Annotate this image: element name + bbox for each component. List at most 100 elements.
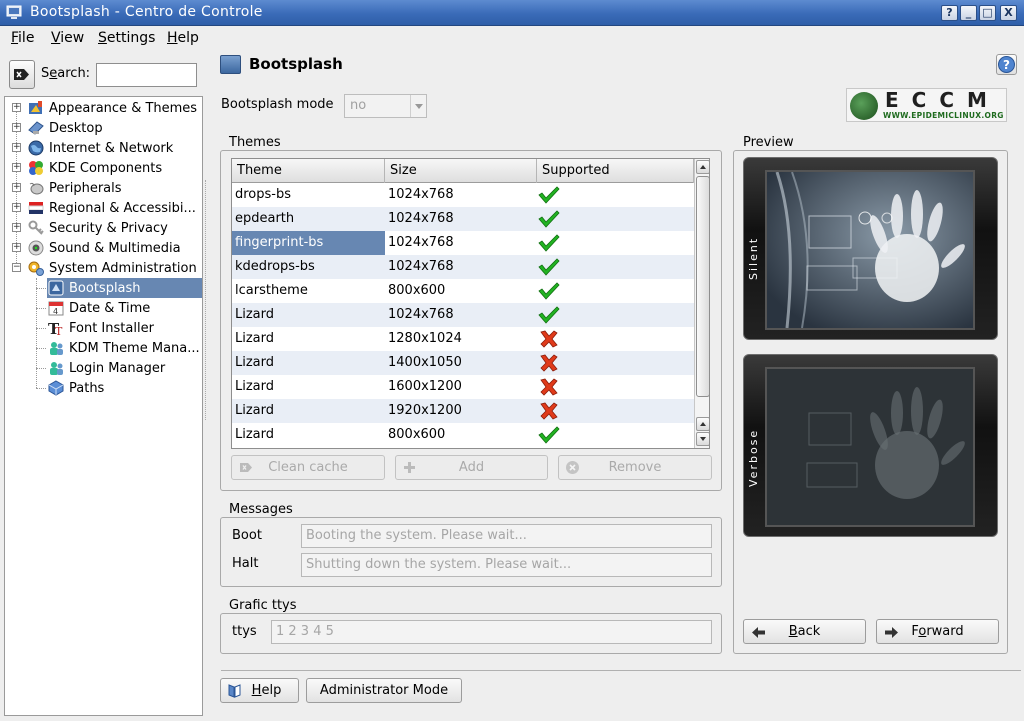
expand-icon[interactable]: +	[12, 103, 21, 112]
help-window-button[interactable]: ?	[941, 5, 958, 21]
kdm-theme-icon	[50, 342, 63, 355]
expand-icon[interactable]: +	[12, 163, 21, 172]
check-icon	[538, 234, 560, 252]
expand-icon[interactable]: +	[12, 203, 21, 212]
tree-item-font-installer[interactable]: TT Font Installer	[5, 318, 202, 338]
theme-size-cell: 1400x1050	[388, 355, 462, 370]
verbose-preview: Verbose	[743, 354, 998, 537]
module-tree[interactable]: + Appearance & Themes + Desktop + Intern…	[4, 96, 203, 716]
gears-icon	[28, 261, 44, 276]
tree-item-paths[interactable]: Paths	[5, 378, 202, 398]
table-row[interactable]: Lizard 1400x1050	[232, 351, 694, 375]
table-row[interactable]: Lizard 1280x1024	[232, 327, 694, 351]
scroll-up-button-lower[interactable]	[696, 417, 709, 431]
help-button[interactable]: Help	[220, 678, 299, 703]
theme-size-cell: 800x600	[388, 427, 446, 442]
minimize-button[interactable]: _	[960, 5, 977, 21]
cross-icon	[540, 402, 558, 420]
close-button[interactable]: X	[1000, 5, 1017, 21]
table-row[interactable]: epdearth 1024x768	[232, 207, 694, 231]
bootsplash-mode-value: no	[350, 98, 367, 113]
administrator-mode-button[interactable]: Administrator Mode	[306, 678, 462, 703]
preview-group-title: Preview	[741, 135, 796, 150]
halt-message-field[interactable]: Shutting down the system. Please wait...	[301, 553, 712, 577]
boot-message-field[interactable]: Booting the system. Please wait...	[301, 524, 712, 548]
tree-item-date-time[interactable]: 4 Date & Time	[5, 298, 202, 318]
expand-icon[interactable]: +	[12, 123, 21, 132]
theme-size-cell: 1024x768	[388, 307, 454, 322]
scroll-down-button[interactable]	[696, 432, 709, 446]
themes-table[interactable]: Theme Size Supported drops-bs 1024x768 epd…	[231, 158, 710, 449]
table-row[interactable]: drops-bs 1024x768	[232, 183, 694, 207]
column-header-supported[interactable]: Supported	[537, 159, 694, 183]
bootsplash-mode-select[interactable]: no	[344, 94, 427, 118]
ttys-field[interactable]: 1 2 3 4 5	[271, 620, 712, 644]
menu-bar: File View Settings Help	[0, 26, 1024, 50]
theme-size-cell: 800x600	[388, 283, 446, 298]
panel-splitter[interactable]	[205, 180, 209, 420]
table-row[interactable]: Lizard 1024x768	[232, 303, 694, 327]
tree-item-system-administration[interactable]: − System Administration	[5, 258, 202, 278]
theme-size-cell: 1280x1024	[388, 331, 462, 346]
menu-view[interactable]: View	[51, 30, 84, 46]
theme-name-cell: drops-bs	[235, 187, 292, 202]
clear-icon	[240, 463, 252, 472]
maximize-button[interactable]: □	[979, 5, 996, 21]
messages-group-title: Messages	[227, 502, 295, 517]
halt-label: Halt	[232, 556, 259, 571]
tree-item-peripherals[interactable]: + Peripherals	[5, 178, 202, 198]
help-book-icon	[228, 684, 241, 698]
table-row[interactable]: Lizard 800x600	[232, 423, 694, 447]
scroll-thumb[interactable]	[696, 176, 709, 397]
column-header-size[interactable]: Size	[385, 159, 537, 183]
footer-separator	[221, 670, 1021, 671]
check-icon	[538, 282, 560, 300]
speaker-icon	[28, 240, 44, 256]
tree-item-internet-network[interactable]: + Internet & Network	[5, 138, 202, 158]
tree-item-security-privacy[interactable]: + Security & Privacy	[5, 218, 202, 238]
theme-name-cell: Lizard	[235, 331, 275, 346]
theme-name-cell: epdearth	[235, 211, 295, 226]
whats-this-button[interactable]: ?	[996, 54, 1017, 75]
cross-icon	[540, 378, 558, 396]
add-theme-button[interactable]: Add	[395, 455, 548, 480]
table-row[interactable]: lcarstheme 800x600	[232, 279, 694, 303]
tree-item-sound-multimedia[interactable]: + Sound & Multimedia	[5, 238, 202, 258]
tree-item-regional-accessibility[interactable]: + Regional & Accessibi...	[5, 198, 202, 218]
back-button[interactable]: Back	[743, 619, 866, 644]
components-icon	[29, 161, 43, 175]
forward-button[interactable]: Forward	[876, 619, 999, 644]
tree-item-desktop[interactable]: + Desktop	[5, 118, 202, 138]
column-header-theme[interactable]: Theme	[232, 159, 385, 183]
globe-icon	[28, 140, 44, 156]
table-row[interactable]: fingerprint-bs 1024x768	[232, 231, 694, 255]
clean-cache-button[interactable]: Clean cache	[231, 455, 385, 480]
expand-icon[interactable]: +	[12, 223, 21, 232]
check-icon	[538, 426, 560, 444]
clear-search-button[interactable]	[9, 60, 35, 89]
scroll-up-button[interactable]	[696, 160, 709, 174]
tree-item-appearance-themes[interactable]: + Appearance & Themes	[5, 98, 202, 118]
arrow-left-icon	[752, 627, 765, 638]
collapse-icon[interactable]: −	[12, 263, 21, 272]
svg-text:4: 4	[53, 307, 58, 316]
vertical-scrollbar[interactable]	[694, 159, 709, 448]
menu-help[interactable]: Help	[167, 30, 199, 46]
tree-item-login-manager[interactable]: Login Manager	[5, 358, 202, 378]
check-icon	[538, 186, 560, 204]
cross-icon	[540, 354, 558, 372]
expand-icon[interactable]: +	[12, 183, 21, 192]
tree-item-kdm-theme-manager[interactable]: KDM Theme Mana...	[5, 338, 202, 358]
menu-settings[interactable]: Settings	[98, 30, 155, 46]
table-row[interactable]: Lizard 1920x1200	[232, 399, 694, 423]
search-input[interactable]	[96, 63, 197, 87]
tree-item-kde-components[interactable]: + KDE Components	[5, 158, 202, 178]
tree-item-bootsplash[interactable]: Bootsplash	[5, 278, 202, 298]
svg-text:T: T	[55, 325, 63, 336]
menu-file[interactable]: File	[11, 30, 34, 46]
table-row[interactable]: Lizard 1600x1200	[232, 375, 694, 399]
expand-icon[interactable]: +	[12, 243, 21, 252]
remove-theme-button[interactable]: Remove	[558, 455, 712, 480]
expand-icon[interactable]: +	[12, 143, 21, 152]
table-row[interactable]: kdedrops-bs 1024x768	[232, 255, 694, 279]
